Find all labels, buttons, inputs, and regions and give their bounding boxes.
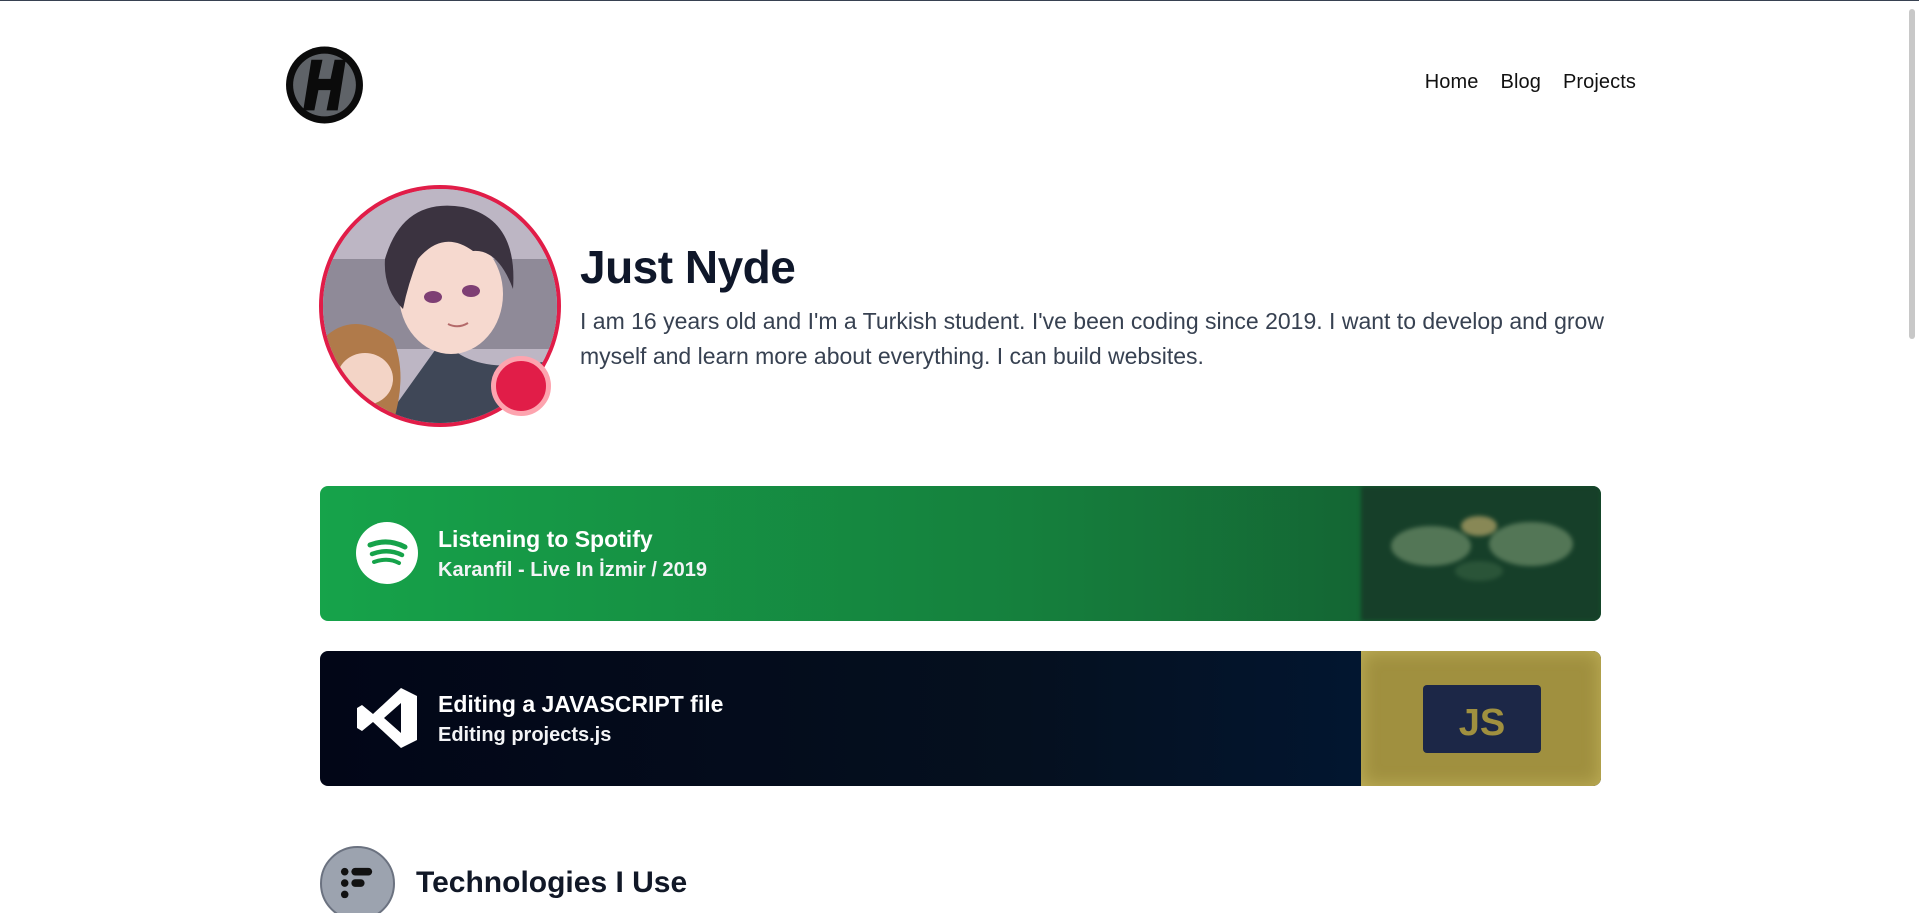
nav-link-projects[interactable]: Projects — [1563, 71, 1636, 94]
activity-subtitle: Karanfil - Live In İzmir / 2019 — [438, 559, 707, 581]
window-top-border — [0, 0, 1919, 1]
activity-subtitle: Editing projects.js — [438, 724, 612, 746]
nav-link-blog[interactable]: Blog — [1501, 71, 1541, 94]
spotify-activity-card[interactable]: Listening to Spotify Karanfil - Live In … — [320, 486, 1601, 621]
technologies-section-icon — [320, 846, 395, 913]
vscode-icon — [357, 688, 417, 748]
scrollbar-thumb[interactable] — [1909, 9, 1915, 339]
profile-name: Just Nyde — [580, 241, 796, 293]
activity-title: Listening to Spotify — [438, 526, 653, 552]
page-scrollbar[interactable] — [1905, 1, 1919, 913]
album-art-image — [1361, 486, 1601, 621]
activity-title: Editing a JAVASCRIPT file — [438, 691, 724, 717]
file-type-image: JS — [1361, 651, 1601, 786]
vscode-activity-card[interactable]: Editing a JAVASCRIPT file Editing projec… — [320, 651, 1601, 786]
site-logo-icon[interactable] — [284, 44, 365, 126]
nav-link-home[interactable]: Home — [1425, 71, 1479, 94]
javascript-file-icon: JS — [1423, 685, 1541, 753]
file-type-label: JS — [1459, 702, 1505, 744]
spotify-icon — [356, 522, 418, 584]
status-indicator — [491, 356, 551, 416]
profile-avatar-wrapper — [319, 185, 561, 427]
album-art-illustration — [1361, 486, 1601, 621]
profile-bio: I am 16 years old and I'm a Turkish stud… — [580, 308, 1604, 369]
main-nav: Home Blog Projects — [1425, 71, 1636, 94]
site-header: Home Blog Projects — [284, 44, 1636, 128]
list-icon — [340, 867, 373, 899]
technologies-section-title: Technologies I Use — [416, 866, 688, 899]
